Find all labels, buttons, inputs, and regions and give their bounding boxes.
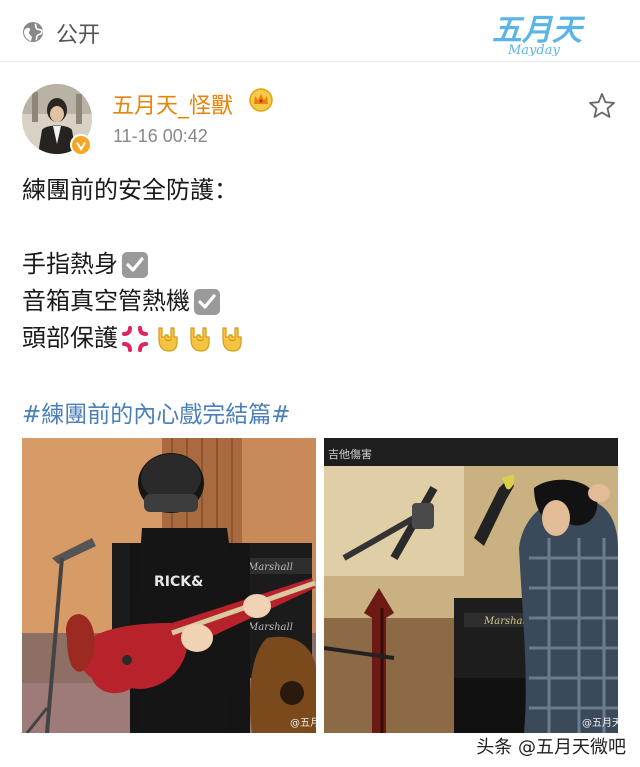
post-text: 練團前的安全防護： 手指熱身 音箱真空管熱機 頭部保護 <box>22 172 622 357</box>
post-image-1[interactable]: Marshall Marshall RICK& @五月 <box>22 438 316 733</box>
hashtag-link[interactable]: #練團前的內心戲完結篇# <box>22 395 291 429</box>
post-line: 音箱真空管熱機 <box>22 283 622 320</box>
post-line-text: 頭部保護 <box>22 324 118 352</box>
mayday-logo: 五月天 Mayday <box>492 13 586 56</box>
check-box-icon <box>194 288 220 315</box>
rock-hand-icon <box>222 326 242 352</box>
post-image-2[interactable]: 吉他傷害 Marshall @五月天 <box>324 438 618 733</box>
post-time: 11-16 00:42 <box>113 126 208 146</box>
top-bar: 公开 五月天 Mayday <box>0 0 640 62</box>
svg-text:RICK&: RICK& <box>154 574 203 590</box>
visibility-label: 公开 <box>56 23 101 48</box>
star-icon[interactable] <box>588 92 616 120</box>
post-line: 頭部保護 <box>22 320 622 357</box>
post-line: 練團前的安全防護： <box>22 176 238 204</box>
post-header: 五月天_怪獸 11-16 00:42 <box>0 62 640 162</box>
svg-text:Mayday: Mayday <box>507 43 560 56</box>
author-name[interactable]: 五月天_怪獸 <box>112 88 233 120</box>
post-line: 手指熱身 <box>22 246 622 283</box>
svg-text:@五月天: @五月天 <box>582 717 618 729</box>
svg-text:Marshall: Marshall <box>247 562 293 573</box>
post-line-text: 音箱真空管熱機 <box>22 287 190 315</box>
svg-text:Marshall: Marshall <box>247 622 293 633</box>
rock-hand-icon <box>190 326 210 352</box>
rock-hand-icon <box>158 326 178 352</box>
svg-text:吉他傷害: 吉他傷害 <box>328 447 372 461</box>
svg-text:@五月: @五月 <box>290 717 316 729</box>
post-line-text: 手指熱身 <box>22 250 118 278</box>
source-watermark: 头条 @五月天微吧 <box>476 737 626 758</box>
verified-badge-icon <box>70 134 92 156</box>
svg-text:Marshall: Marshall <box>483 616 529 627</box>
anger-symbol-icon <box>122 325 148 352</box>
globe-icon <box>23 22 43 42</box>
crown-icon[interactable] <box>248 88 274 112</box>
check-box-icon <box>122 251 148 278</box>
